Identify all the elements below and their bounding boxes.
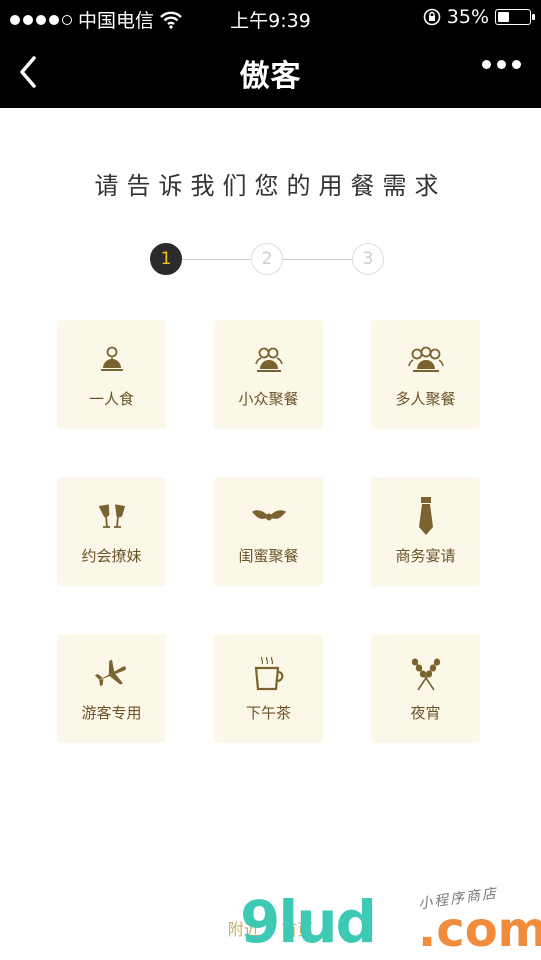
watermark-logo-text: 9lud xyxy=(240,888,377,956)
option-label: 一人食 xyxy=(88,390,134,408)
tea-cup-icon xyxy=(214,656,323,692)
option-label: 小众聚餐 xyxy=(238,390,299,408)
page-title: 傲客 xyxy=(239,59,302,94)
step-2: 2 xyxy=(251,243,283,275)
option-label: 游客专用 xyxy=(81,704,142,722)
option-card-girlfriends[interactable]: 闺蜜聚餐 xyxy=(214,477,323,586)
option-label: 夜宵 xyxy=(410,704,441,722)
skewers-icon xyxy=(371,656,480,692)
status-right: 35% xyxy=(423,6,535,28)
option-card-date[interactable]: 约会撩妹 xyxy=(57,477,166,586)
step-3: 3 xyxy=(352,243,384,275)
more-options-icon[interactable] xyxy=(482,60,521,69)
step-connector xyxy=(283,259,353,260)
option-card-tourist[interactable]: 游客专用 xyxy=(57,634,166,743)
champagne-glasses-icon xyxy=(57,499,166,535)
option-card-late-night-snack[interactable]: 夜宵 xyxy=(371,634,480,743)
top-bar: 中国电信 上午9:39 35% 傲客 xyxy=(0,0,541,108)
option-label: 商务宴请 xyxy=(395,547,456,565)
airplane-icon xyxy=(57,656,166,692)
option-label: 约会撩妹 xyxy=(81,547,142,565)
option-card-large-group[interactable]: 多人聚餐 xyxy=(371,320,480,429)
step-connector xyxy=(181,259,251,260)
step-indicator: 1 2 3 xyxy=(150,243,386,277)
dining-options-grid: 一人食 小众聚餐 多人聚餐 约会撩妹 闺蜜聚餐 商务宴请 游客专用 下午茶 夜宵 xyxy=(57,320,481,744)
option-label: 闺蜜聚餐 xyxy=(238,547,299,565)
bow-icon xyxy=(214,499,323,535)
nav-bar: 傲客 xyxy=(0,36,541,108)
necktie-icon xyxy=(371,497,480,535)
option-label: 下午茶 xyxy=(245,704,291,722)
status-bar: 中国电信 上午9:39 35% xyxy=(0,0,541,36)
large-group-icon xyxy=(371,342,480,378)
rotation-lock-icon xyxy=(423,8,441,26)
option-card-solo[interactable]: 一人食 xyxy=(57,320,166,429)
step-1: 1 xyxy=(150,243,182,275)
option-card-small-group[interactable]: 小众聚餐 xyxy=(214,320,323,429)
small-group-icon xyxy=(214,342,323,378)
single-diner-icon xyxy=(57,342,166,378)
option-card-afternoon-tea[interactable]: 下午茶 xyxy=(214,634,323,743)
option-label: 多人聚餐 xyxy=(395,390,456,408)
option-card-business[interactable]: 商务宴请 xyxy=(371,477,480,586)
battery-icon xyxy=(495,9,535,25)
question-heading: 请告诉我们您的用餐需求 xyxy=(94,172,447,200)
watermark: 9lud .com 小程序商店 xyxy=(240,886,541,958)
battery-percent: 35% xyxy=(446,6,489,28)
